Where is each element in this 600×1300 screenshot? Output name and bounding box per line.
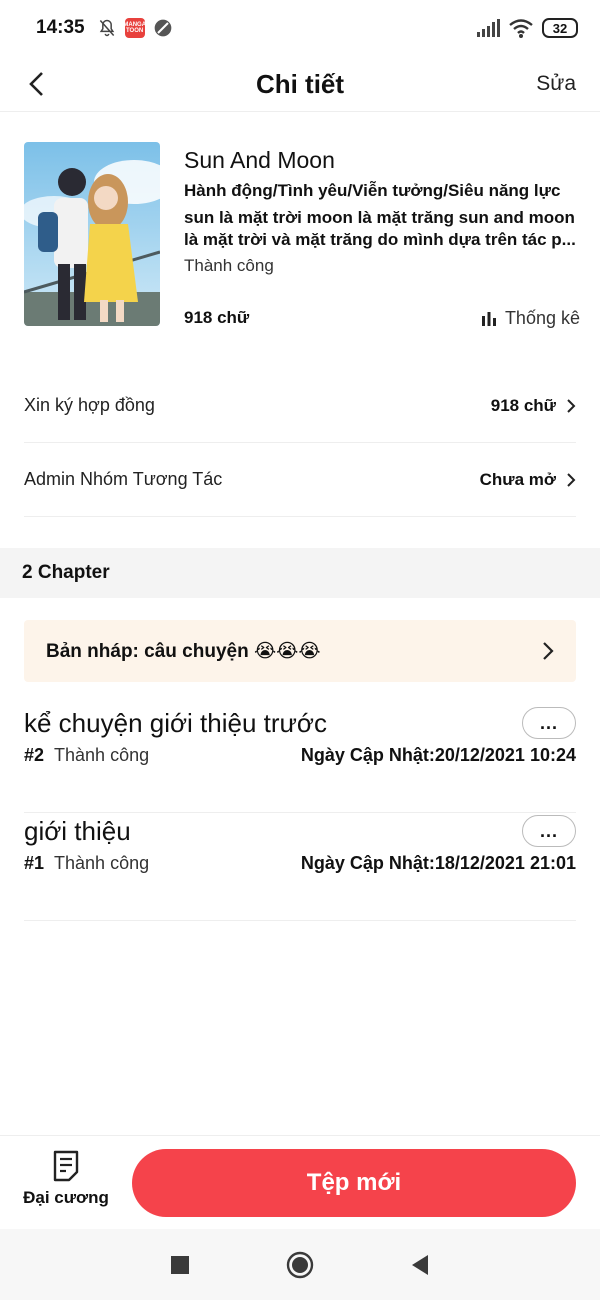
- chapter-count-bar: 2 Chapter: [0, 548, 600, 598]
- admin-group-row[interactable]: Admin Nhóm Tương Tác Chưa mở: [24, 443, 576, 517]
- admin-group-label: Admin Nhóm Tương Tác: [24, 469, 223, 489]
- top-header: Chi tiết Sửa: [0, 56, 600, 112]
- bar-chart-icon: [481, 311, 496, 326]
- edit-button[interactable]: Sửa: [536, 64, 576, 104]
- statistics-label: Thống kê: [504, 308, 580, 328]
- contract-value: 918 chữ: [491, 396, 576, 416]
- chapter-meta: #1 Thành công Ngày Cập Nhật:18/12/2021 2…: [24, 853, 576, 874]
- more-options-icon: ...: [539, 712, 558, 733]
- new-file-label: Tệp mới: [306, 1169, 402, 1196]
- book-title: Sun And Moon: [184, 147, 335, 173]
- contract-row[interactable]: Xin ký hợp đồng 918 chữ: [24, 369, 576, 443]
- book-card: Sun And Moon Hành động/Tình yêu/Viễn tưở…: [24, 142, 580, 328]
- book-cover-image[interactable]: [24, 142, 160, 326]
- chapter-item[interactable]: giới thiệu ... #1 Thành công Ngày Cập Nh…: [24, 813, 576, 921]
- chevron-right-icon: [567, 398, 576, 413]
- new-file-button[interactable]: Tệp mới: [132, 1149, 576, 1217]
- admin-group-value-text: Chưa mở: [479, 469, 556, 489]
- admin-group-value: Chưa mở: [480, 470, 576, 490]
- chapter-updated-date: Ngày Cập Nhật:18/12/2021 21:01: [300, 853, 576, 873]
- recent-apps-icon[interactable]: [170, 1255, 190, 1275]
- signal-icon: [477, 19, 500, 37]
- draft-label: Bản nháp: câu chuyện 😭😭😭: [46, 640, 321, 662]
- book-genres: Hành động/Tình yêu/Viễn tưởng/Siêu năng …: [184, 181, 561, 200]
- contract-label: Xin ký hợp đồng: [24, 395, 155, 415]
- system-nav-bar: [0, 1229, 600, 1300]
- wifi-icon: [509, 19, 533, 38]
- book-word-count: 918 chữ: [184, 308, 250, 327]
- chapter-number: #2: [24, 745, 45, 765]
- draft-banner[interactable]: Bản nháp: câu chuyện 😭😭😭: [24, 620, 576, 682]
- statistics-button[interactable]: Thống kê: [481, 308, 580, 329]
- chapter-status: Thành công: [54, 853, 150, 873]
- home-icon[interactable]: [286, 1251, 314, 1279]
- chapter-item[interactable]: kể chuyện giới thiệu trước ... #2 Thành …: [24, 705, 576, 813]
- battery-level: 32: [552, 20, 568, 36]
- battery-indicator: 32: [542, 18, 578, 38]
- chevron-right-icon: [543, 642, 554, 660]
- contract-value-text: 918 chữ: [490, 395, 556, 415]
- more-options-button[interactable]: ...: [522, 815, 576, 847]
- page-title: Chi tiết: [255, 69, 345, 99]
- chapter-number: #1: [24, 853, 45, 873]
- chapter-updated-date: Ngày Cập Nhật:20/12/2021 10:24: [300, 745, 576, 765]
- outline-button[interactable]: Đại cương: [16, 1150, 116, 1220]
- mangatoon-app-icon: MANGA TOON: [123, 18, 146, 38]
- do-not-disturb-icon: [154, 19, 171, 37]
- chevron-right-icon: [567, 472, 576, 487]
- status-bar: 14:35 MANGA TOON 32: [0, 0, 600, 56]
- book-info: Sun And Moon Hành động/Tình yêu/Viễn tưở…: [184, 142, 580, 281]
- chapter-title: kể chuyện giới thiệu trước: [24, 708, 327, 738]
- chapter-status: Thành công: [54, 745, 150, 765]
- chapter-meta: #2 Thành công Ngày Cập Nhật:20/12/2021 1…: [24, 745, 576, 766]
- status-time: 14:35: [36, 17, 85, 38]
- book-status: Thành công: [184, 256, 274, 275]
- more-options-icon: ...: [539, 820, 558, 841]
- back-triangle-icon[interactable]: [410, 1254, 430, 1276]
- outline-document-icon: [53, 1150, 79, 1182]
- book-description: sun là mặt trời moon là mặt trăng sun an…: [184, 208, 576, 249]
- chapter-count: 2 Chapter: [22, 562, 110, 583]
- notification-off-icon: [99, 19, 114, 37]
- outline-label: Đại cương: [23, 1188, 109, 1207]
- bottom-action-bar: Đại cương Tệp mới: [0, 1135, 600, 1229]
- chapter-title: giới thiệu: [24, 816, 131, 846]
- more-options-button[interactable]: ...: [522, 707, 576, 739]
